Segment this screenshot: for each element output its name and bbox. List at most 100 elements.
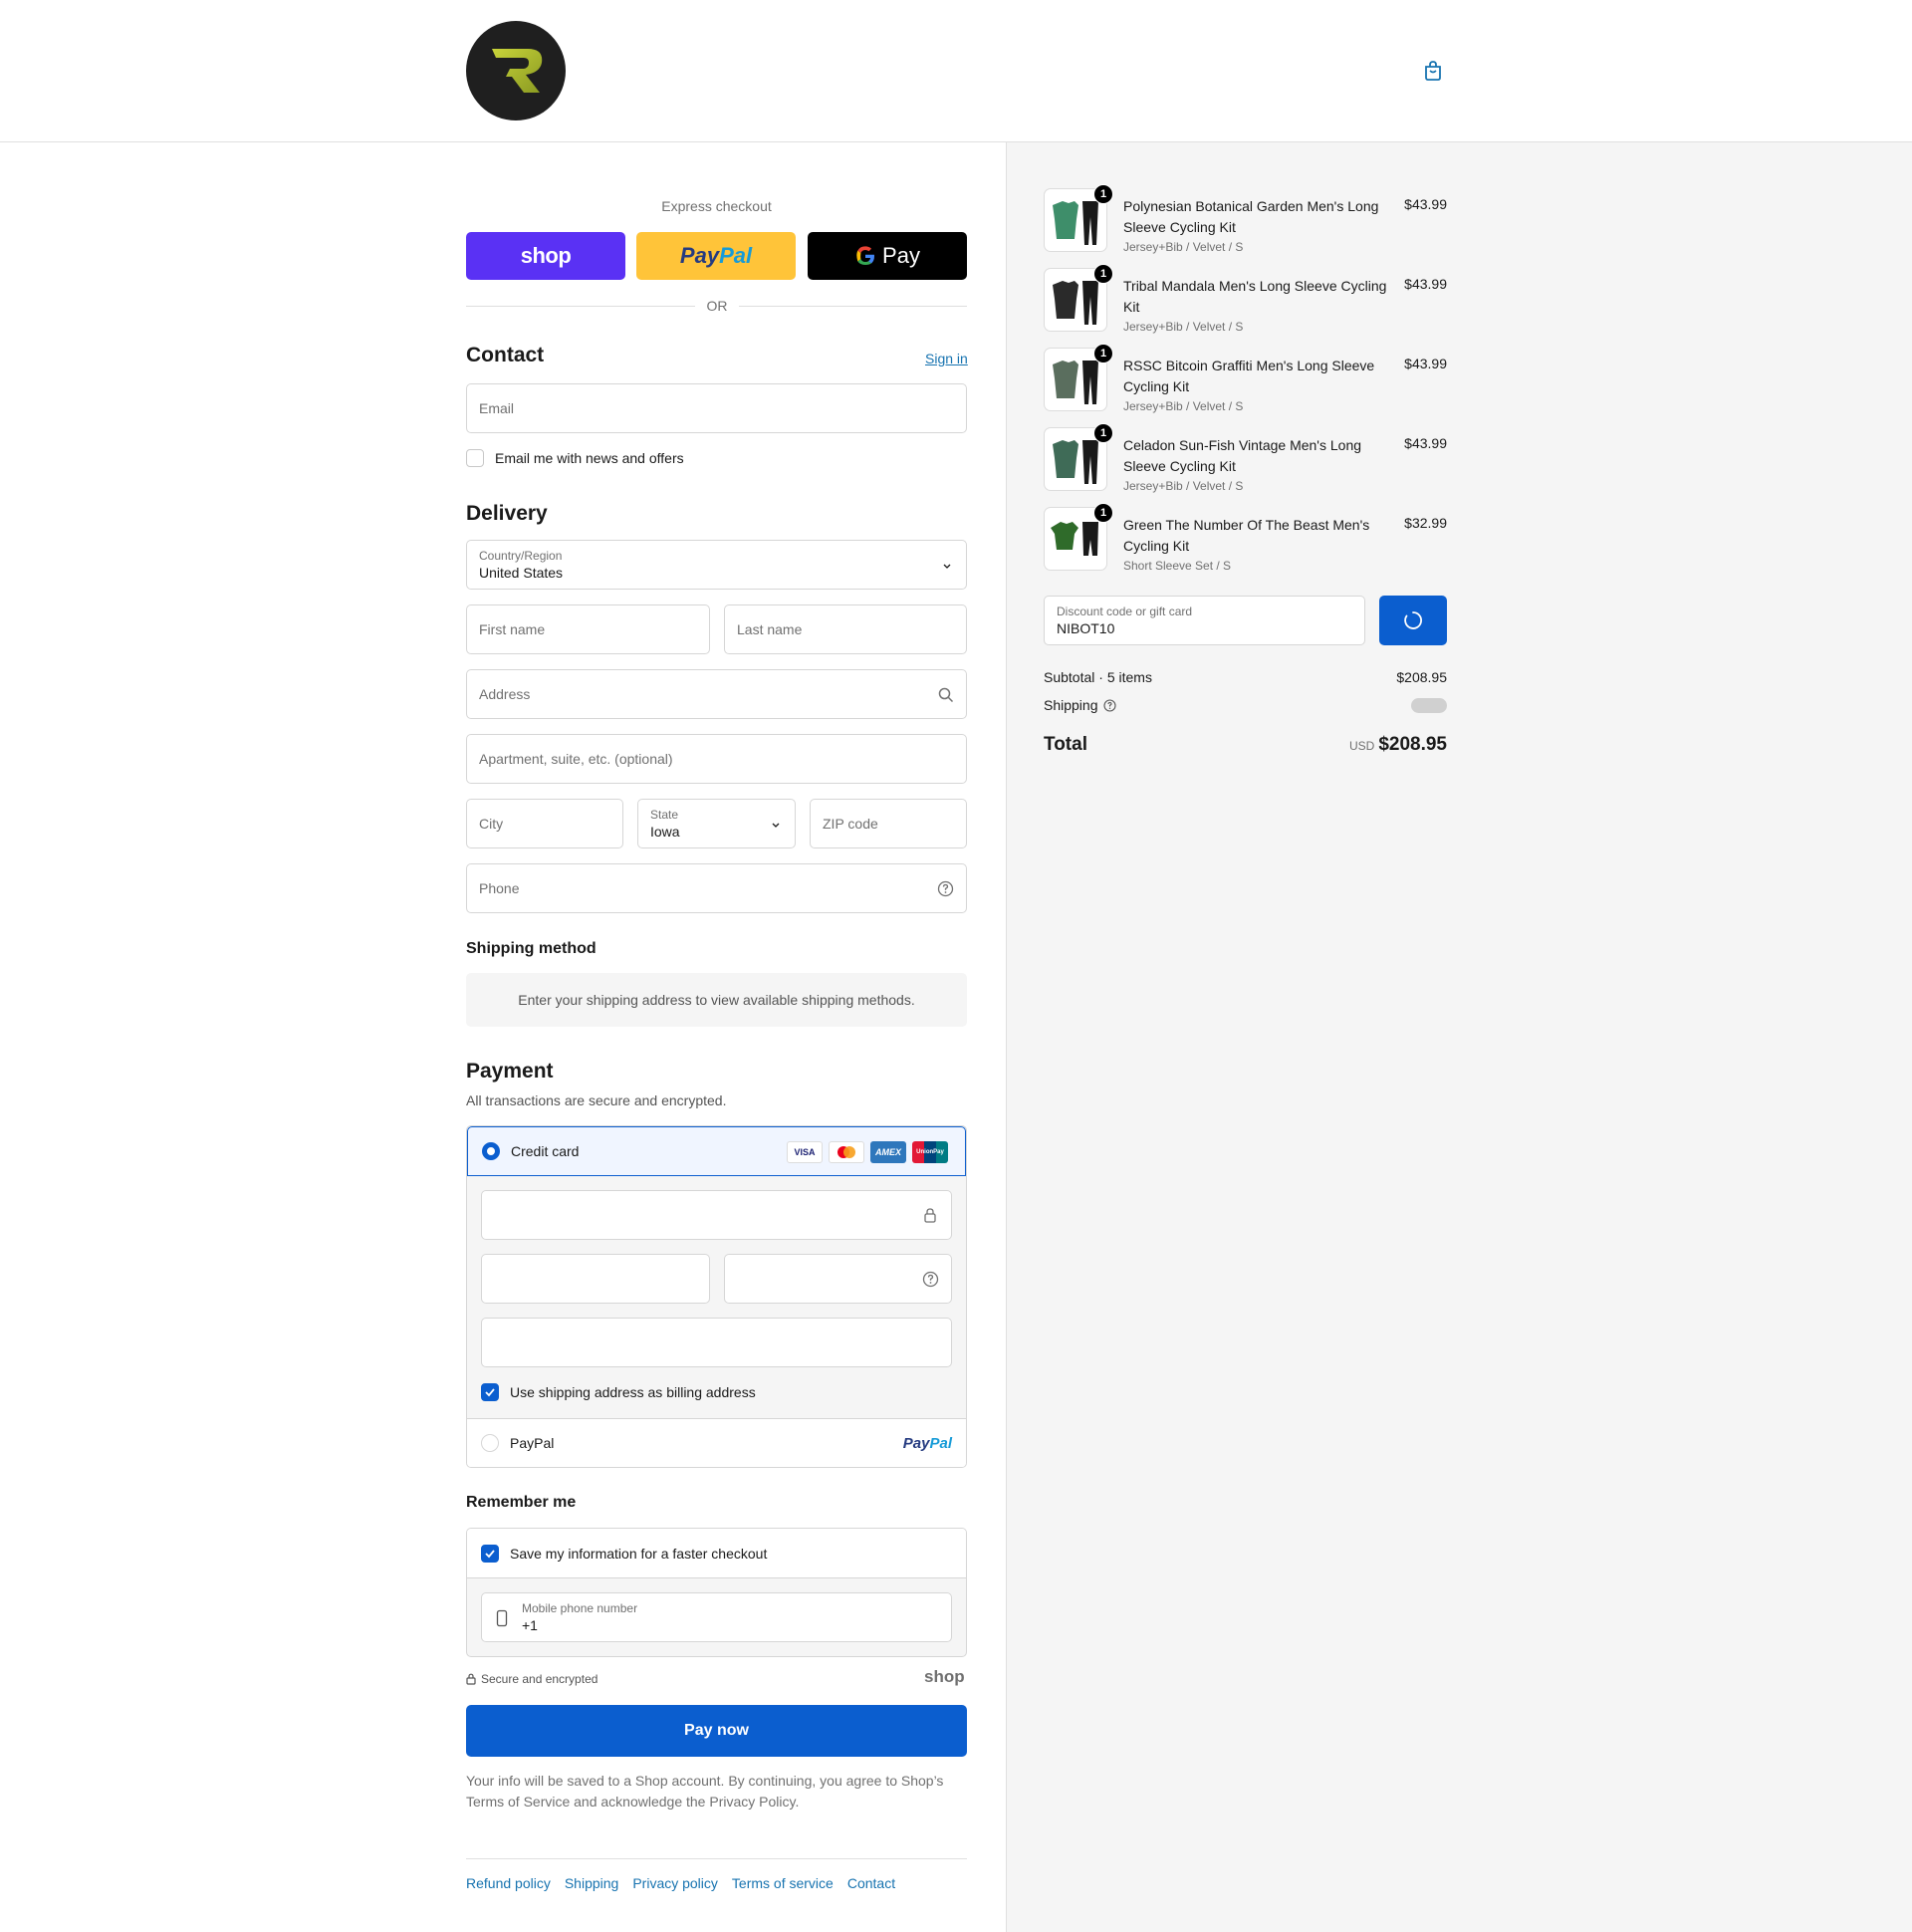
mobile-phone-field[interactable]: Mobile phone number +1 xyxy=(481,1592,952,1642)
r-logo-icon xyxy=(492,49,543,93)
paypal-option[interactable]: PayPal PayPal xyxy=(467,1418,966,1467)
country-select[interactable]: Country/Region United States xyxy=(466,540,967,590)
total-amount: USD $208.95 xyxy=(1347,734,1447,756)
spinner-icon xyxy=(1404,611,1422,629)
paypal-button[interactable]: Pay Pal xyxy=(636,232,796,280)
quantity-badge: 1 xyxy=(1093,184,1113,204)
chevron-down-icon xyxy=(943,564,951,569)
store-logo[interactable] xyxy=(466,21,566,121)
footer-divider xyxy=(466,1858,967,1859)
credit-card-label: Credit card xyxy=(511,1143,580,1159)
apply-discount-button[interactable] xyxy=(1379,596,1447,645)
item-name: RSSC Bitcoin Graffiti Men's Long Sleeve … xyxy=(1123,358,1375,394)
payment-title: Payment xyxy=(466,1060,554,1083)
mobile-phone-icon xyxy=(496,1609,508,1627)
lock-icon xyxy=(924,1208,936,1223)
credit-card-option[interactable]: Credit card VISA AMEX UnionPay xyxy=(467,1126,966,1176)
address-field[interactable]: Address xyxy=(466,669,967,719)
item-variant: Jersey+Bib / Velvet / S xyxy=(1123,479,1244,493)
credit-card-radio[interactable] xyxy=(482,1142,500,1160)
paypal-label: PayPal xyxy=(510,1435,555,1451)
shipping-link[interactable]: Shipping xyxy=(565,1875,619,1891)
quantity-badge: 1 xyxy=(1093,344,1113,363)
security-code-field[interactable] xyxy=(724,1254,952,1304)
first-name-field[interactable]: First name xyxy=(466,604,710,654)
discount-code-field[interactable]: Discount code or gift card NIBOT10 xyxy=(1044,596,1365,645)
check-icon xyxy=(485,1550,495,1559)
currency-code: USD xyxy=(1348,739,1375,753)
shopping-bag-icon[interactable] xyxy=(1422,60,1444,82)
item-variant: Short Sleeve Set / S xyxy=(1123,559,1232,573)
delivery-title: Delivery xyxy=(466,502,548,525)
lock-icon xyxy=(466,1673,476,1685)
sign-in-link[interactable]: Sign in xyxy=(925,351,968,366)
terms-of-service-link[interactable]: Terms of Service xyxy=(466,1794,570,1810)
apartment-field[interactable]: Apartment, suite, etc. (optional) xyxy=(466,734,967,784)
item-variant: Jersey+Bib / Velvet / S xyxy=(1123,399,1244,413)
shipping-method-title: Shipping method xyxy=(466,940,597,957)
state-select[interactable]: State Iowa xyxy=(637,799,796,848)
item-name: Polynesian Botanical Garden Men's Long S… xyxy=(1123,198,1379,235)
line-item: 1 Tribal Mandala Men's Long Sleeve Cycli… xyxy=(1044,264,1447,336)
subtotal-value: $208.95 xyxy=(1396,669,1447,685)
item-price: $32.99 xyxy=(1404,515,1447,531)
amex-icon: AMEX xyxy=(870,1141,906,1163)
zip-field[interactable]: ZIP code xyxy=(810,799,967,848)
line-item: 1 Celadon Sun-Fish Vintage Men's Long Sl… xyxy=(1044,423,1447,495)
payment-subtitle: All transactions are secure and encrypte… xyxy=(466,1092,727,1108)
payment-methods: Credit card VISA AMEX UnionPay Use shipp… xyxy=(466,1125,967,1468)
remember-me-box: Save my information for a faster checkou… xyxy=(466,1528,967,1657)
unionpay-icon: UnionPay xyxy=(912,1141,948,1163)
footer-links: Refund policy Shipping Privacy policy Te… xyxy=(466,1875,895,1891)
privacy-policy-footer-link[interactable]: Privacy policy xyxy=(632,1875,718,1891)
chevron-down-icon xyxy=(772,823,780,828)
mastercard-icon xyxy=(829,1141,864,1163)
secure-label: Secure and encrypted xyxy=(481,1672,598,1686)
privacy-policy-link[interactable]: Privacy Policy xyxy=(709,1794,795,1810)
help-icon[interactable] xyxy=(937,880,954,897)
name-on-card-field[interactable] xyxy=(481,1318,952,1367)
quantity-badge: 1 xyxy=(1093,264,1113,284)
news-checkbox[interactable] xyxy=(466,449,484,467)
contact-title: Contact xyxy=(466,344,545,366)
item-price: $43.99 xyxy=(1404,356,1447,371)
or-label: OR xyxy=(697,298,737,314)
expiration-field[interactable] xyxy=(481,1254,710,1304)
save-info-row[interactable]: Save my information for a faster checkou… xyxy=(467,1529,966,1578)
phone-field[interactable]: Phone xyxy=(466,863,967,913)
contact-link[interactable]: Contact xyxy=(847,1875,895,1891)
terms-of-service-footer-link[interactable]: Terms of service xyxy=(732,1875,834,1891)
check-icon xyxy=(485,1388,495,1397)
help-icon[interactable] xyxy=(1103,699,1116,712)
item-variant: Jersey+Bib / Velvet / S xyxy=(1123,240,1244,254)
header xyxy=(0,0,1912,142)
billing-checkbox[interactable] xyxy=(481,1383,499,1401)
save-info-checkbox[interactable] xyxy=(481,1545,499,1563)
shipping-row: Shipping xyxy=(1044,697,1447,713)
divider-right xyxy=(739,306,967,307)
card-number-field[interactable] xyxy=(481,1190,952,1240)
city-field[interactable]: City xyxy=(466,799,623,848)
pay-now-button[interactable]: Pay now xyxy=(466,1705,967,1757)
quantity-badge: 1 xyxy=(1093,423,1113,443)
last-name-field[interactable]: Last name xyxy=(724,604,967,654)
line-item: 1 Green The Number Of The Beast Men's Cy… xyxy=(1044,503,1447,575)
paypal-logo: PayPal xyxy=(902,1435,952,1452)
shop-logo: shop xyxy=(924,1667,965,1686)
item-name: Celadon Sun-Fish Vintage Men's Long Slee… xyxy=(1123,437,1362,474)
google-pay-button[interactable]: Pay xyxy=(808,232,967,280)
quantity-badge: 1 xyxy=(1093,503,1113,523)
help-icon[interactable] xyxy=(922,1271,939,1288)
item-name: Tribal Mandala Men's Long Sleeve Cycling… xyxy=(1123,278,1387,315)
paypal-radio[interactable] xyxy=(481,1434,499,1452)
item-price: $43.99 xyxy=(1404,435,1447,451)
subtotal-row: Subtotal · 5 items $208.95 xyxy=(1044,669,1447,685)
remember-me-title: Remember me xyxy=(466,1494,577,1511)
total-value: $208.95 xyxy=(1378,734,1447,755)
email-field[interactable]: Email xyxy=(466,383,967,433)
line-item: 1 RSSC Bitcoin Graffiti Men's Long Sleev… xyxy=(1044,344,1447,415)
shop-pay-button[interactable]: shop xyxy=(466,232,625,280)
shipping-method-note: Enter your shipping address to view avai… xyxy=(466,973,967,1027)
divider-left xyxy=(466,306,695,307)
refund-policy-link[interactable]: Refund policy xyxy=(466,1875,551,1891)
